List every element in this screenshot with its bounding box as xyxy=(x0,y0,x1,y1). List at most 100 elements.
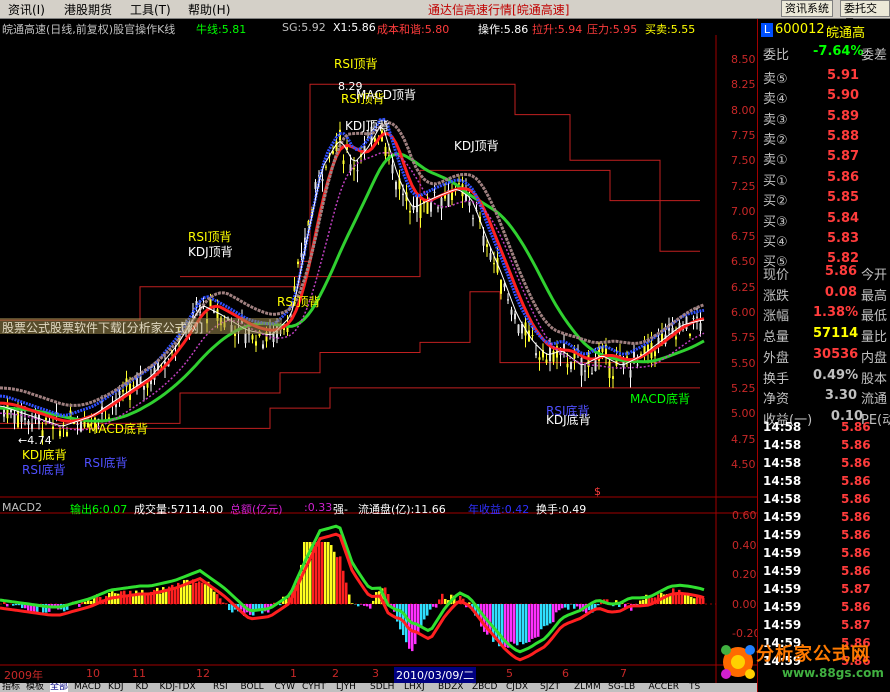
tick-price: 5.87 xyxy=(841,582,871,596)
macd-bar xyxy=(375,592,378,604)
macd-bar xyxy=(528,604,531,643)
date-label: 12 xyxy=(196,667,210,680)
menu-info[interactable]: 资讯(I) xyxy=(8,1,45,18)
macd-bar xyxy=(279,604,282,606)
macd-tick: 0.20 xyxy=(732,568,757,582)
buy-level-row[interactable]: 买③ 5.84 xyxy=(761,211,889,231)
indicator-tab[interactable]: SDLH xyxy=(370,683,394,692)
candle-body xyxy=(689,333,691,337)
indicator-tab[interactable]: 指标 xyxy=(2,683,20,692)
macd-header: MACD2 输出6:0.07 成交量:57114.00 总额(亿元) :0.33… xyxy=(2,501,587,516)
indicator-tab[interactable]: ZLMM xyxy=(574,683,601,692)
indicator-tab[interactable]: SJZT xyxy=(540,683,560,692)
macd-bar xyxy=(189,584,192,604)
sell-level-row[interactable]: 卖① 5.87 xyxy=(761,149,889,169)
indicator-tab[interactable]: KD xyxy=(136,683,149,692)
macd-bar xyxy=(156,587,159,604)
indicator-tab[interactable]: CJDX xyxy=(506,683,528,692)
menu-tools[interactable]: 工具(T) xyxy=(130,1,171,18)
macd-tick: 0.40 xyxy=(732,538,757,552)
candle-body xyxy=(493,263,495,265)
indicator-tab[interactable]: TS xyxy=(689,683,700,692)
date-label: 1 xyxy=(290,667,297,680)
indicator-tab[interactable]: BDZX xyxy=(438,683,463,692)
price-tick: 7.25 xyxy=(731,179,756,193)
indicator-tab[interactable]: CYHT xyxy=(302,683,326,692)
indicator-tab[interactable]: LHXJ xyxy=(404,683,425,692)
candle-body xyxy=(31,423,33,429)
buy-level-row[interactable]: 买④ 5.83 xyxy=(761,231,889,251)
sell-level-row[interactable]: 卖② 5.88 xyxy=(761,129,889,149)
indicator-tab[interactable]: 模板 xyxy=(26,683,44,692)
cbhx-value: 成本和谐:5.80 xyxy=(377,23,450,35)
macd-bar xyxy=(213,591,216,604)
candle-body xyxy=(451,191,453,201)
indicator-tabbar: 指标 模板 全部 MACD KDJ KD KDJ-TDX RSI BOLL CYW CYHT LJYH… xyxy=(0,683,757,692)
tick-price: 5.86 xyxy=(841,492,871,506)
macd-bar xyxy=(333,551,336,604)
sell-level-row[interactable]: 卖③ 5.89 xyxy=(761,109,889,129)
sell-level-label: 卖④ xyxy=(763,92,788,108)
macd-bar xyxy=(558,604,561,611)
macd-bar xyxy=(90,600,93,604)
tick-time: 14:58 xyxy=(763,474,802,488)
indicator-tab[interactable]: RSI xyxy=(213,683,228,692)
price-tick: 4.50 xyxy=(731,457,756,471)
indicator-tab[interactable]: SG-LB xyxy=(608,683,635,692)
quote-stat-value: 0.08 xyxy=(824,284,857,300)
candle-body xyxy=(612,376,614,379)
candle-body xyxy=(13,413,16,424)
indicator-tab[interactable]: ZBCD xyxy=(472,683,497,692)
weibi-row: 委比 -7.64% 委差 xyxy=(763,44,888,63)
buy-level-row[interactable]: 买① 5.86 xyxy=(761,170,889,190)
quote-stat-row: 换手 0.49% 股本 xyxy=(761,368,889,388)
price-tick: 7.75 xyxy=(731,128,756,142)
info-system-button[interactable]: 资讯系统 xyxy=(781,0,833,17)
yali-value: 压力:5.95 xyxy=(587,23,638,35)
quote-panel: L 600012 皖通高 委比 -7.64% 委差 卖⑤ 5.91 卖④ 5.90 卖③… xyxy=(757,19,890,692)
trade-button[interactable]: 委托交易 xyxy=(840,0,890,30)
candle-body xyxy=(6,403,9,419)
tick-time: 14:58 xyxy=(763,456,802,470)
candle-body xyxy=(118,390,121,396)
candle-body xyxy=(363,145,366,151)
candle-body xyxy=(59,430,61,437)
indicator-tab[interactable]: MACD xyxy=(74,683,101,692)
macd-bar xyxy=(339,556,342,604)
indicator-tab[interactable]: KDJ-TDX xyxy=(160,683,196,692)
signal-label: MACD底背 xyxy=(88,422,148,436)
date-label: 6 xyxy=(562,667,569,680)
macd-bar xyxy=(513,604,516,644)
buy-level-row[interactable]: 买② 5.85 xyxy=(761,190,889,210)
low-price-label: ←4.74 xyxy=(18,434,52,447)
candle-body xyxy=(570,361,572,370)
date-label: 2 xyxy=(332,667,339,680)
sell-level-row[interactable]: 卖⑤ 5.91 xyxy=(761,68,889,88)
macd-bar xyxy=(522,604,525,645)
indicator-tab[interactable]: LJYH xyxy=(336,683,356,692)
price-tick: 5.75 xyxy=(731,331,756,345)
candle-body xyxy=(608,361,611,379)
tick-row: 14:58 5.86 xyxy=(761,420,889,438)
macd-bar xyxy=(567,604,570,610)
price-tick: 5.50 xyxy=(731,356,756,370)
indicator-tab[interactable]: CYW xyxy=(275,683,296,692)
macd-bar xyxy=(561,604,564,609)
candle-body xyxy=(402,193,404,196)
indicator-tab[interactable]: BOLL xyxy=(241,683,264,692)
macd-bar xyxy=(330,545,333,604)
macd-bar xyxy=(126,596,129,604)
macd-bar xyxy=(549,604,552,624)
indicator-tab[interactable]: 全部 xyxy=(50,683,69,692)
tick-time: 14:59 xyxy=(763,600,802,614)
indicator-tab[interactable]: ACCER xyxy=(649,683,680,692)
menu-hk-futures[interactable]: 港股期货 xyxy=(64,1,112,18)
sell-level-row[interactable]: 卖④ 5.90 xyxy=(761,88,889,108)
signal-label: RSI底背 xyxy=(546,404,590,418)
tick-price: 5.86 xyxy=(841,546,871,560)
promo-banner[interactable]: 股票公式股票软件下载[分析家公式网] xyxy=(0,318,282,335)
indicator-tab[interactable]: KDJ xyxy=(108,683,124,692)
x1-value: X1:5.86 xyxy=(333,21,376,34)
menu-help[interactable]: 帮助(H) xyxy=(188,1,230,18)
app-title: 通达信高速行情[皖通高速] xyxy=(428,3,570,17)
